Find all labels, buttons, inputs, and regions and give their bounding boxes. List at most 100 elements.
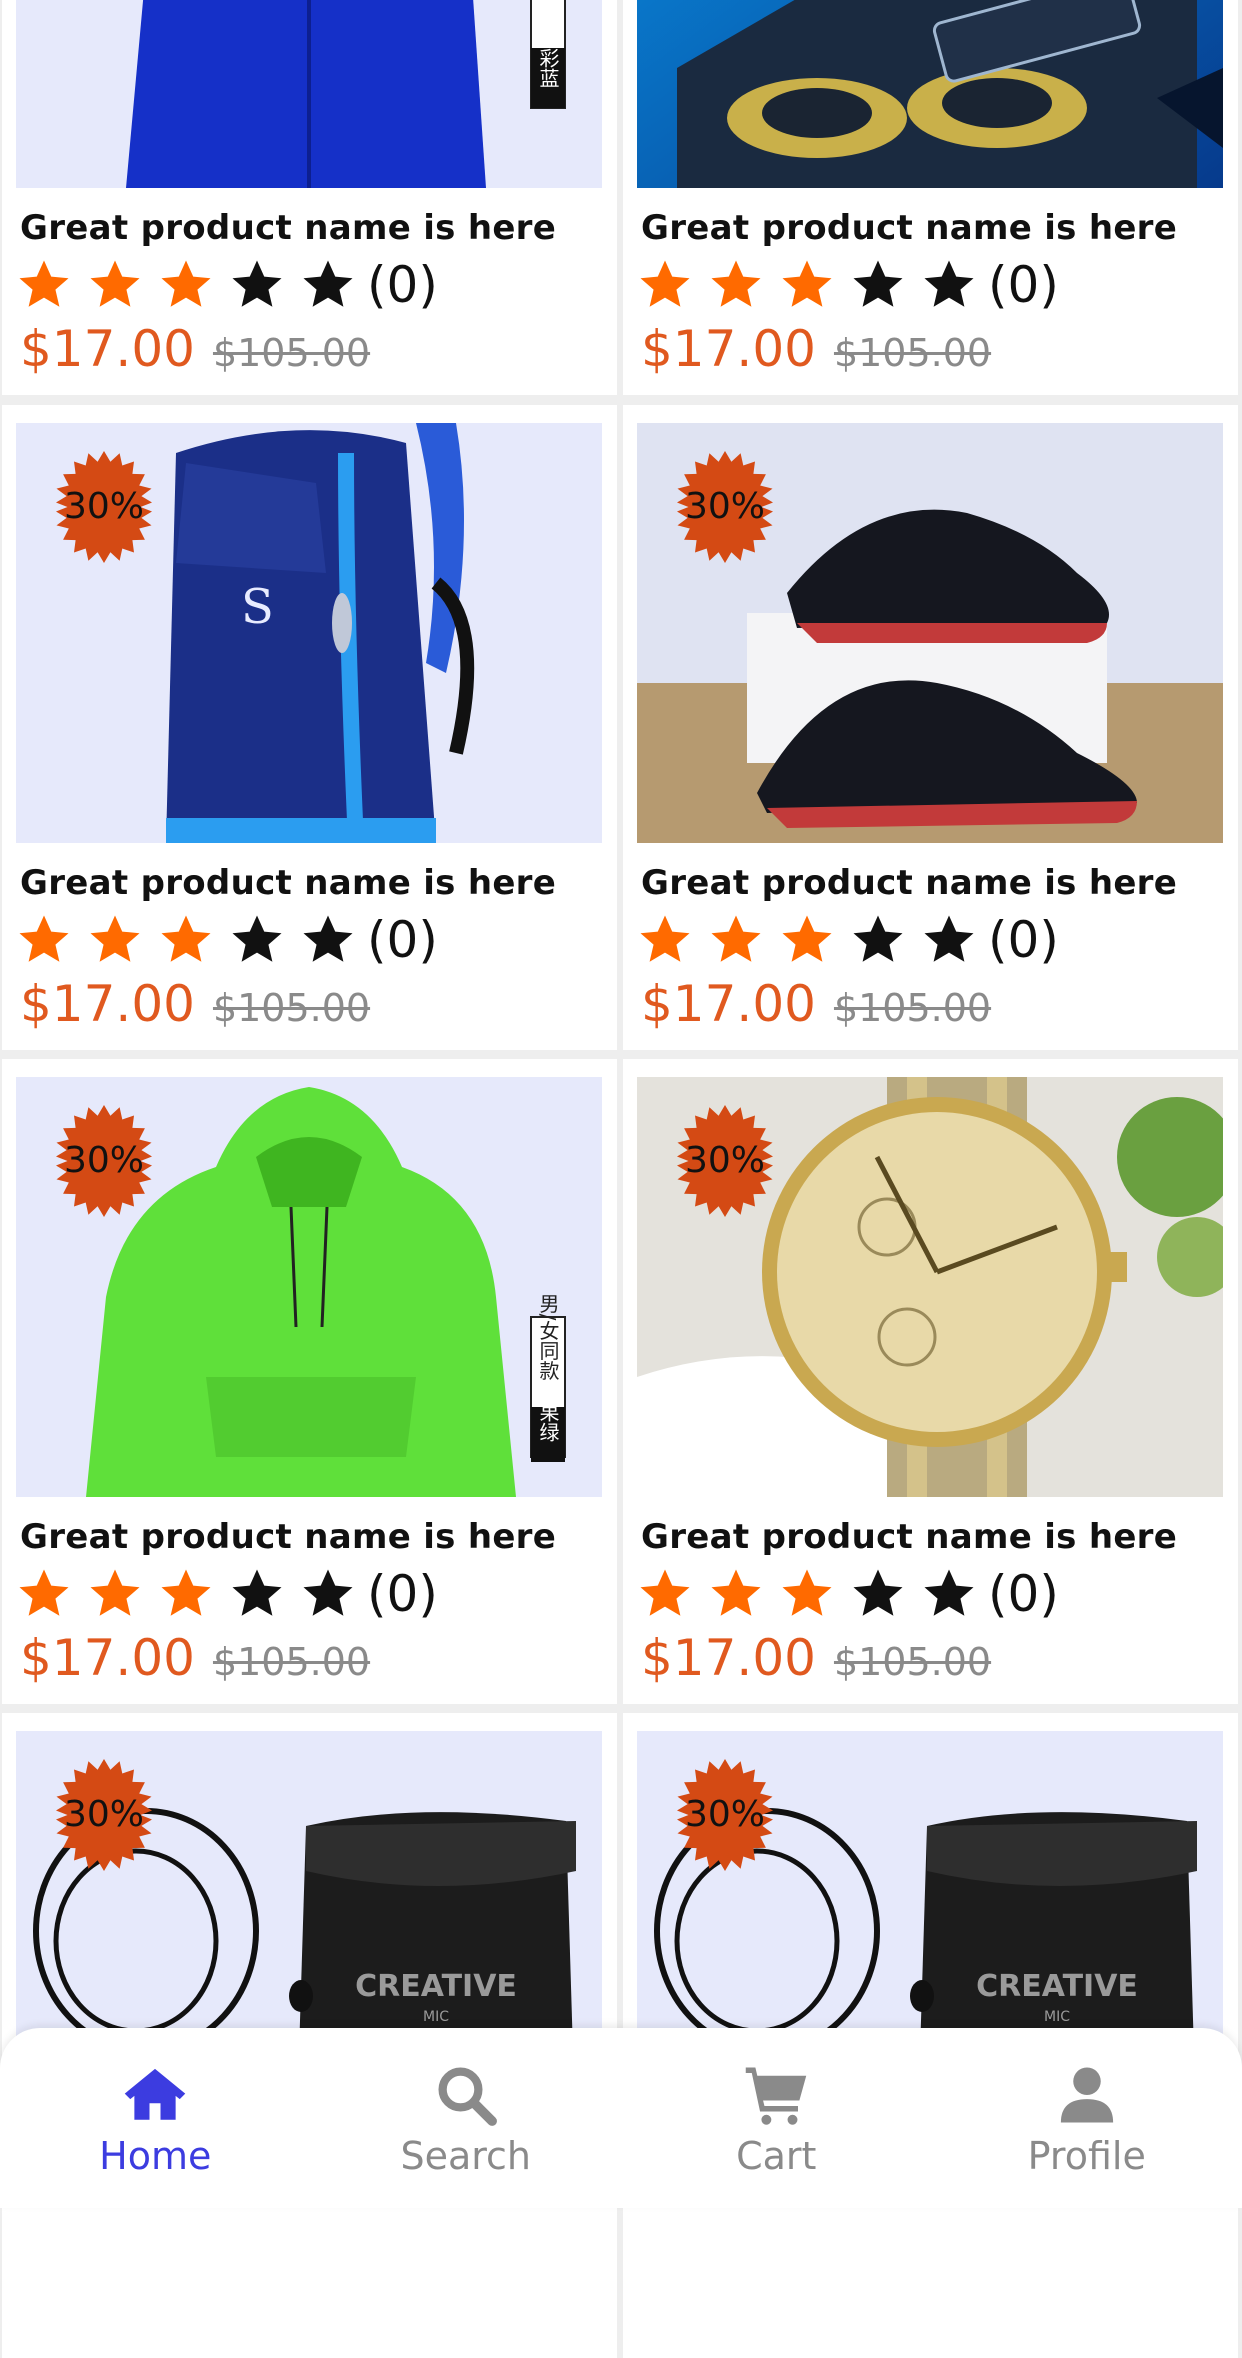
star-empty-icon xyxy=(300,1566,356,1622)
rating-count: (0) xyxy=(367,256,438,314)
product-card[interactable]: S 30% Great product name is here (0) $17… xyxy=(2,405,617,1050)
price-row: $17.00 $105.00 xyxy=(641,1629,991,1687)
original-price: $105.00 xyxy=(213,986,370,1030)
product-rating: (0) xyxy=(16,1564,438,1624)
nav-home[interactable]: Home xyxy=(0,2028,311,2208)
nav-home-label: Home xyxy=(99,2134,211,2178)
product-name[interactable]: Great product name is here xyxy=(20,863,556,903)
rating-count: (0) xyxy=(988,256,1059,314)
nav-cart[interactable]: Cart xyxy=(621,2028,932,2208)
sale-price: $17.00 xyxy=(641,320,816,378)
star-filled-icon xyxy=(708,1566,764,1622)
nav-search-label: Search xyxy=(400,2134,531,2178)
product-rating: (0) xyxy=(637,255,1059,315)
star-filled-icon xyxy=(87,1566,143,1622)
product-image[interactable]: 30% xyxy=(637,1077,1223,1497)
star-empty-icon xyxy=(921,912,977,968)
product-card[interactable]: Great product name is here (0) $17.00 $1… xyxy=(623,0,1238,395)
star-filled-icon xyxy=(637,257,693,313)
discount-badge: 30% xyxy=(48,1105,160,1217)
home-icon xyxy=(122,2062,188,2128)
profile-icon xyxy=(1054,2062,1120,2128)
product-rating: (0) xyxy=(637,1564,1059,1624)
price-row: $17.00 $105.00 xyxy=(20,320,370,378)
discount-badge: 30% xyxy=(669,451,781,563)
product-image[interactable]: 男/女同款 果绿 30% xyxy=(16,1077,602,1497)
case-sub-text: MIC xyxy=(423,2009,449,2025)
rating-count: (0) xyxy=(988,911,1059,969)
star-empty-icon xyxy=(850,257,906,313)
star-empty-icon xyxy=(850,1566,906,1622)
star-filled-icon xyxy=(158,1566,214,1622)
svg-text:S: S xyxy=(241,579,274,635)
star-filled-icon xyxy=(87,257,143,313)
product-card[interactable]: 30% Great product name is here (0) $17.0… xyxy=(623,1059,1238,1704)
star-empty-icon xyxy=(300,912,356,968)
sale-price: $17.00 xyxy=(20,320,195,378)
hoodie-tag-text: 男/女同款 xyxy=(536,1294,560,1381)
price-row: $17.00 $105.00 xyxy=(20,1629,370,1687)
product-name[interactable]: Great product name is here xyxy=(20,1517,556,1557)
star-empty-icon xyxy=(229,912,285,968)
star-filled-icon xyxy=(87,912,143,968)
nav-profile-label: Profile xyxy=(1028,2134,1146,2178)
product-name[interactable]: Great product name is here xyxy=(641,863,1177,903)
sale-price: $17.00 xyxy=(20,975,195,1033)
product-card[interactable]: 男/女同款 果绿 30% Great product name is here … xyxy=(2,1059,617,1704)
case-sub-text: MIC xyxy=(1044,2009,1070,2025)
discount-badge-text: 30% xyxy=(48,1105,160,1217)
product-name[interactable]: Great product name is here xyxy=(641,208,1177,248)
star-empty-icon xyxy=(229,1566,285,1622)
nav-cart-label: Cart xyxy=(736,2134,816,2178)
discount-badge-text: 30% xyxy=(669,1759,781,1871)
product-rating: (0) xyxy=(16,255,438,315)
sale-price: $17.00 xyxy=(641,975,816,1033)
star-filled-icon xyxy=(637,1566,693,1622)
product-name[interactable]: Great product name is here xyxy=(641,1517,1177,1557)
cart-icon xyxy=(743,2062,809,2128)
discount-badge-text: 30% xyxy=(48,451,160,563)
hoodie-color-text: 彩蓝 xyxy=(536,48,560,88)
nav-search[interactable]: Search xyxy=(311,2028,622,2208)
star-filled-icon xyxy=(16,1566,72,1622)
product-name[interactable]: Great product name is here xyxy=(20,208,556,248)
star-empty-icon xyxy=(229,257,285,313)
star-filled-icon xyxy=(16,912,72,968)
original-price: $105.00 xyxy=(834,986,991,1030)
star-empty-icon xyxy=(921,1566,977,1622)
bottom-nav: Home Search Cart Profile xyxy=(0,2028,1242,2208)
star-filled-icon xyxy=(779,257,835,313)
discount-badge: 30% xyxy=(669,1759,781,1871)
product-card[interactable]: 30% Great product name is here (0) $17.0… xyxy=(623,405,1238,1050)
star-empty-icon xyxy=(921,257,977,313)
case-brand-text: CREATIVE xyxy=(355,1969,517,2004)
product-rating: (0) xyxy=(16,910,438,970)
star-empty-icon xyxy=(300,257,356,313)
original-price: $105.00 xyxy=(834,331,991,375)
discount-badge-text: 30% xyxy=(669,1105,781,1217)
rating-count: (0) xyxy=(988,1565,1059,1623)
price-row: $17.00 $105.00 xyxy=(641,975,991,1033)
product-image[interactable] xyxy=(637,0,1223,188)
product-image[interactable]: S 30% xyxy=(16,423,602,843)
discount-badge: 30% xyxy=(48,451,160,563)
star-filled-icon xyxy=(779,912,835,968)
discount-badge-text: 30% xyxy=(669,451,781,563)
sale-price: $17.00 xyxy=(641,1629,816,1687)
nav-profile[interactable]: Profile xyxy=(932,2028,1242,2208)
original-price: $105.00 xyxy=(213,331,370,375)
rating-count: (0) xyxy=(367,911,438,969)
hoodie-color-text: 果绿 xyxy=(536,1402,560,1442)
original-price: $105.00 xyxy=(834,1640,991,1684)
product-rating: (0) xyxy=(637,910,1059,970)
star-filled-icon xyxy=(637,912,693,968)
product-card[interactable]: 男/女同款 彩蓝 Great product name is here (0) … xyxy=(2,0,617,395)
case-brand-text: CREATIVE xyxy=(976,1969,1138,2004)
star-filled-icon xyxy=(779,1566,835,1622)
star-filled-icon xyxy=(708,257,764,313)
discount-badge-text: 30% xyxy=(48,1759,160,1871)
product-image[interactable]: 30% xyxy=(637,423,1223,843)
search-icon xyxy=(433,2062,499,2128)
discount-badge: 30% xyxy=(48,1759,160,1871)
product-image[interactable]: 男/女同款 彩蓝 xyxy=(16,0,602,188)
